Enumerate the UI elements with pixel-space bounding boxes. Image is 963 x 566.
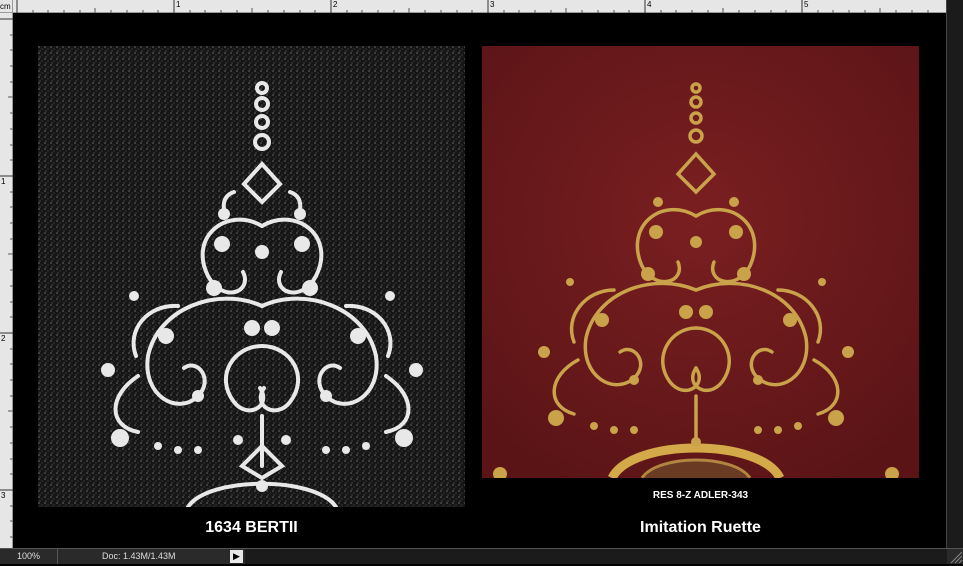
horizontal-scrollbar[interactable]	[245, 549, 947, 564]
ruler-left[interactable]: 1 2 3	[0, 13, 13, 548]
document-size-info: Doc: 1.43M/1.43M	[102, 551, 176, 561]
ruler-left-label: 3	[1, 491, 6, 500]
ruler-top-label: 5	[804, 0, 809, 9]
ruler-top-label: 1	[176, 0, 181, 9]
ruler-left-ticks	[0, 18, 13, 538]
ruler-top-label: 3	[490, 0, 495, 9]
ruler-top-label: 4	[647, 0, 652, 9]
ruler-unit: cm	[0, 2, 11, 11]
reference-label: RES 8-Z ADLER-343	[652, 490, 749, 501]
ruette-ornament-graphic	[482, 46, 919, 478]
bertii-ornament-graphic	[38, 46, 465, 507]
zoom-level-field[interactable]: 100%	[0, 549, 58, 564]
play-arrow-icon[interactable]: ▶	[230, 550, 243, 563]
ruette-ornament-image	[482, 46, 919, 478]
ruler-top-label: 2	[333, 0, 338, 9]
resize-grip-icon[interactable]	[947, 549, 963, 564]
bertii-ornament-image	[38, 46, 465, 507]
left-image-caption: 1634 BERTII	[205, 519, 298, 536]
ruler-corner: cm	[0, 0, 13, 13]
vertical-scrollbar[interactable]	[946, 0, 963, 548]
ruler-top[interactable]: 1 2 3 4 5	[13, 0, 946, 13]
status-bar: 100% Doc: 1.43M/1.43M ▶	[0, 548, 963, 564]
ruler-left-label: 1	[1, 177, 6, 186]
ruler-left-label: 2	[1, 334, 6, 343]
right-image-caption: Imitation Ruette	[640, 519, 761, 536]
